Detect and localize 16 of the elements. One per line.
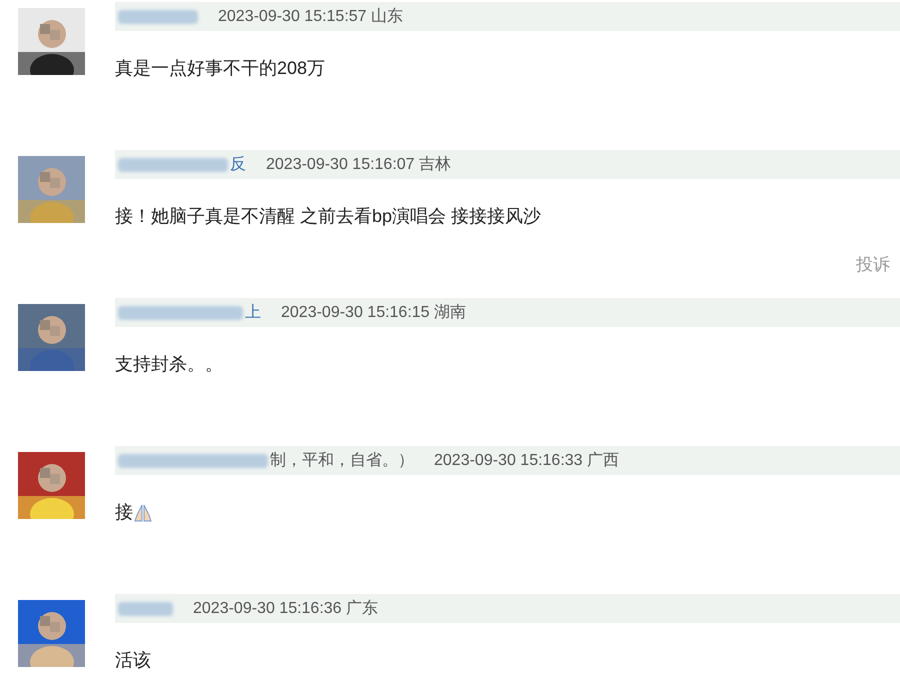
comment-text: 接 xyxy=(115,501,133,524)
username[interactable]: 反 xyxy=(230,152,246,176)
comment-meta: 2023-09-30 15:15:57 山东 xyxy=(218,6,404,26)
praying-hands-icon xyxy=(133,502,153,522)
username: 制，平和，自省。） xyxy=(270,450,414,470)
report-link[interactable]: 投诉 xyxy=(856,252,890,278)
comment-text: 活该 xyxy=(115,649,151,672)
comment-meta: 2023-09-30 15:16:36 广东 xyxy=(193,598,378,618)
comment-meta: 2023-09-30 15:16:15 湖南 xyxy=(281,302,466,322)
comment-meta: 2023-09-30 15:16:07 吉林 xyxy=(266,154,452,174)
blurred-username xyxy=(118,602,173,616)
comment-text: 真是一点好事不干的208万 xyxy=(115,57,326,80)
comment-text: 接！她脑子真是不清醒 之前去看bp演唱会 接接接风沙 xyxy=(115,205,542,228)
comment-text: 支持封杀。。 xyxy=(115,353,223,376)
comment-meta: 2023-09-30 15:16:33 广西 xyxy=(434,450,620,470)
username[interactable]: 上 xyxy=(245,300,261,324)
